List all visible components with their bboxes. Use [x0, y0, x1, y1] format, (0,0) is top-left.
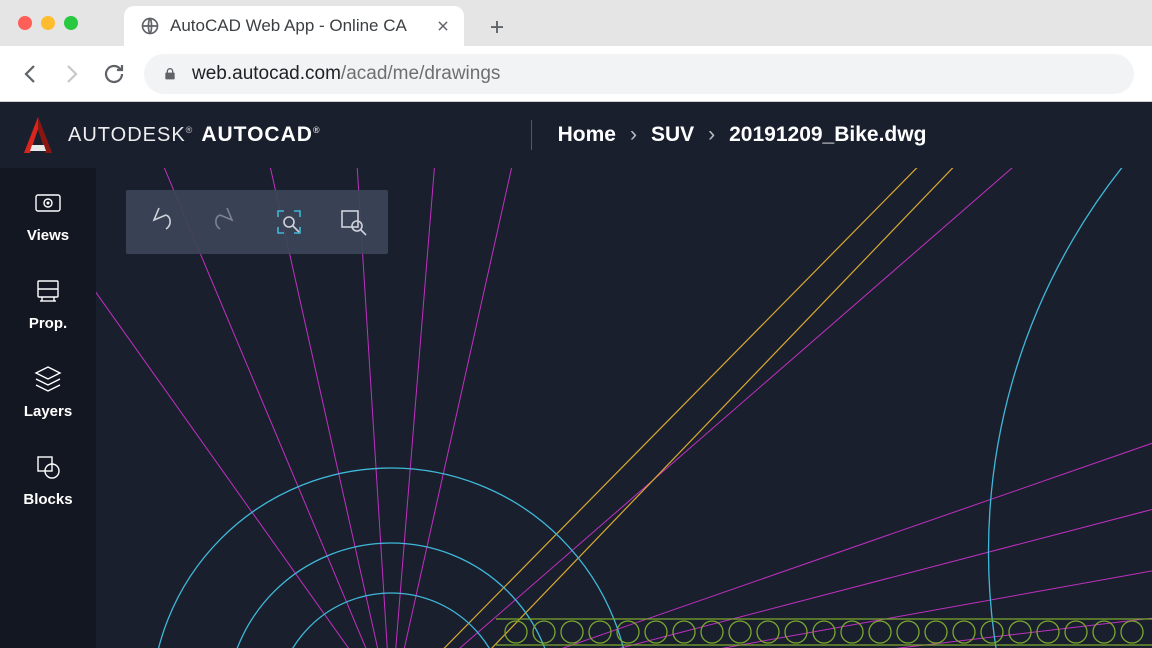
sidebar-item-properties[interactable]: Prop.	[29, 274, 67, 332]
breadcrumb-folder[interactable]: SUV	[651, 123, 694, 147]
zoom-window-button[interactable]	[330, 199, 376, 245]
layers-icon	[31, 362, 65, 396]
autocad-logo-icon	[22, 115, 54, 155]
properties-icon	[31, 274, 65, 308]
new-tab-button[interactable]	[482, 12, 512, 42]
sidebar: Views Prop. Layers Blocks	[0, 168, 96, 648]
sidebar-item-label: Layers	[24, 403, 72, 420]
redo-button[interactable]	[202, 199, 248, 245]
reload-button[interactable]	[102, 62, 126, 86]
url-text: web.autocad.com/acad/me/drawings	[192, 63, 500, 85]
header-divider	[531, 120, 532, 150]
minimize-window-button[interactable]	[41, 16, 55, 30]
brand-text: AUTODESK® AUTOCAD®	[68, 123, 321, 147]
sidebar-item-blocks[interactable]: Blocks	[23, 450, 72, 508]
close-tab-icon[interactable]	[436, 19, 450, 33]
tab-row: AutoCAD Web App - Online CA	[0, 0, 1152, 46]
back-button[interactable]	[18, 62, 42, 86]
logo[interactable]: AUTODESK® AUTOCAD®	[22, 115, 321, 155]
zoom-extents-button[interactable]	[266, 199, 312, 245]
window-controls	[18, 16, 78, 30]
sidebar-item-label: Blocks	[23, 491, 72, 508]
breadcrumb-home[interactable]: Home	[558, 123, 616, 147]
breadcrumb-file[interactable]: 20191209_Bike.dwg	[729, 123, 926, 147]
maximize-window-button[interactable]	[64, 16, 78, 30]
chevron-right-icon: ›	[630, 123, 637, 147]
app-body: Views Prop. Layers Blocks	[0, 168, 1152, 648]
browser-chrome: AutoCAD Web App - Online CA web.autocad.…	[0, 0, 1152, 102]
globe-icon	[140, 16, 160, 36]
breadcrumb: Home › SUV › 20191209_Bike.dwg	[558, 123, 927, 147]
sidebar-item-views[interactable]: Views	[27, 186, 69, 244]
sidebar-item-label: Prop.	[29, 315, 67, 332]
address-bar[interactable]: web.autocad.com/acad/me/drawings	[144, 54, 1134, 94]
browser-tab[interactable]: AutoCAD Web App - Online CA	[124, 6, 464, 46]
eye-icon	[31, 186, 65, 220]
drawing-canvas[interactable]	[96, 168, 1152, 648]
sidebar-item-label: Views	[27, 227, 69, 244]
forward-button[interactable]	[60, 62, 84, 86]
sidebar-item-layers[interactable]: Layers	[24, 362, 72, 420]
app-header: AUTODESK® AUTOCAD® Home › SUV › 20191209…	[0, 102, 1152, 168]
nav-row: web.autocad.com/acad/me/drawings	[0, 46, 1152, 102]
blocks-icon	[31, 450, 65, 484]
undo-button[interactable]	[138, 199, 184, 245]
app: AUTODESK® AUTOCAD® Home › SUV › 20191209…	[0, 102, 1152, 648]
close-window-button[interactable]	[18, 16, 32, 30]
lock-icon	[162, 66, 178, 82]
quick-toolbar	[126, 190, 388, 254]
tab-title: AutoCAD Web App - Online CA	[170, 16, 407, 36]
chevron-right-icon: ›	[708, 123, 715, 147]
